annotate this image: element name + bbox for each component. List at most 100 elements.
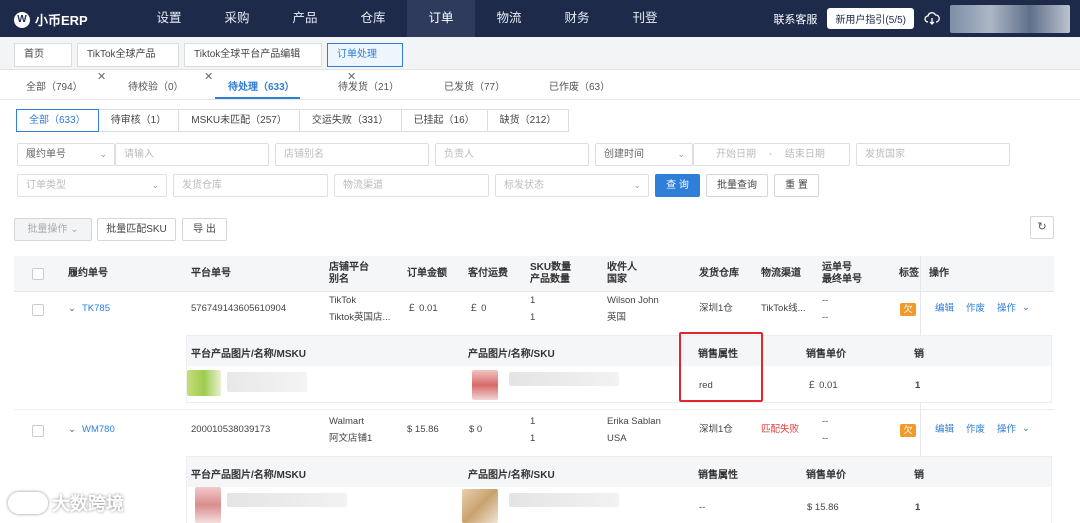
logistics-select[interactable]: 物流渠道 [334,174,489,197]
app-logo[interactable]: W 小币ERP [14,10,88,29]
watermark-text: 大数跨境 [52,494,124,514]
receiver-name: Erika Sablan [607,416,661,427]
platform-product-name [227,372,307,392]
chevron-down-icon[interactable]: ⌄ [68,302,76,316]
product-name [509,372,619,386]
batch-query-button[interactable]: 批量查询 [706,174,768,197]
operations-button[interactable]: 操作 [997,302,1016,316]
support-link[interactable]: 联系客服 [773,11,817,27]
fulfill-no-link[interactable]: WM780 [82,423,115,437]
nav-item-warehouse[interactable]: 仓库 [339,0,407,37]
date-separator: - [768,149,773,160]
shipping-fee: ￡ 0 [469,303,487,314]
sku-qty: 1 [530,416,536,427]
shop-name: 阿文店铺1 [329,433,373,444]
refresh-icon[interactable]: ↻ [1030,216,1054,239]
batch-operations-button[interactable]: 批量操作 ⌄ [14,218,92,241]
unit-price: ￡ 0.01 [807,380,838,391]
sale-attribute: -- [699,502,706,513]
filter-tab-out-of-stock[interactable]: 缺货（212） [486,109,570,132]
tracking-no: -- [822,295,829,306]
chevron-down-icon[interactable]: ⌄ [68,423,76,437]
nav-item-logistics[interactable]: 物流 [475,0,543,37]
platform-product-name [227,493,347,507]
chevron-down-icon[interactable]: ⌄ [1022,422,1030,436]
tag-status-select[interactable]: 标发状态 ⌄ [495,174,649,197]
nav-item-settings[interactable]: 设置 [135,0,203,37]
shipping-fee: $ 0 [469,424,483,435]
edit-button[interactable]: 编辑 [935,423,954,437]
col-product-qty: 产品数量 [530,274,570,285]
void-button[interactable]: 作废 [966,423,985,437]
new-user-guide-button[interactable]: 新用户指引(5/5) [827,8,914,29]
operations-button[interactable]: 操作 [997,423,1016,437]
sku-qty: 1 [530,295,536,306]
col-sku-qty: SKU数量 [530,262,572,273]
edit-button[interactable]: 编辑 [935,302,954,316]
order-amount: ￡ 0.01 [407,303,438,314]
nav-item-products[interactable]: 产品 [271,0,339,37]
nav-item-purchase[interactable]: 采购 [203,0,271,37]
status-tab-pending-check[interactable]: 待校验（0） [128,78,184,93]
filter-tab-suspended[interactable]: 已挂起（16） [400,109,488,132]
row-divider [14,409,1054,410]
placeholder-text: 负责人 [444,149,474,160]
col-receiver: 收件人 [607,262,637,273]
nav-item-finance[interactable]: 财务 [543,0,611,37]
shop-alias-input[interactable]: 店铺别名 [275,143,429,166]
sub-col-product: 产品图片/名称/SKU [468,470,555,481]
page-tab-label: 首页 [24,49,44,60]
status-tab-all[interactable]: 全部（794） [26,78,83,93]
status-tabs: 全部（794） 待校验（0） 待处理（633） 待发货（21） 已发货（77） … [0,70,1080,100]
col-last-tracking: 最终单号 [822,274,862,285]
order-type-select[interactable]: 订单类型 ⌄ [17,174,167,197]
product-image [472,370,498,400]
date-range-input[interactable]: 开始日期 - 结束日期 [693,143,850,166]
last-tracking-no: -- [822,312,829,323]
status-tab-pending-process[interactable]: 待处理（633） [228,78,295,93]
cloud-download-icon[interactable] [924,11,940,27]
select-all-checkbox[interactable] [32,268,44,280]
product-name [509,493,619,507]
placeholder-text: 发货仓库 [182,180,222,191]
sub-col-sale-qty: 销 [914,349,924,360]
placeholder-text: 发货国家 [865,149,905,160]
void-button[interactable]: 作废 [966,302,985,316]
end-date-placeholder: 结束日期 [784,149,825,160]
query-button[interactable]: 查 询 [655,174,700,197]
page-tab-tiktok-products[interactable]: TikTok全球产品✕ [77,43,179,83]
page-tab-tiktok-edit[interactable]: Tiktok全球平台产品编辑✕ [184,43,322,83]
user-avatar[interactable] [950,4,1070,33]
page-tab-order-processing[interactable]: 订单处理✕ [327,43,403,83]
status-tab-voided[interactable]: 已作废（63） [549,78,610,93]
row-checkbox[interactable] [32,425,44,437]
logistics-channel: TikTok线... [761,303,806,314]
col-warehouse: 发货仓库 [699,268,739,279]
batch-match-sku-button[interactable]: 批量匹配SKU [97,218,176,241]
row-checkbox[interactable] [32,304,44,316]
col-shipping: 客付运费 [468,268,508,279]
owe-tag: 欠 [900,424,916,437]
export-button[interactable]: 导 出 [182,218,227,241]
ship-warehouse-select[interactable]: 发货仓库 [173,174,328,197]
nav-item-listing[interactable]: 刊登 [611,0,679,37]
status-tab-shipped[interactable]: 已发货（77） [444,78,505,93]
time-type-select[interactable]: 创建时间 ⌄ [595,143,693,166]
shop-name: Tiktok英国店... [329,312,391,323]
active-tab-indicator [215,97,300,99]
nav-item-orders[interactable]: 订单 [407,0,475,37]
page-tab-home[interactable]: 首页 [14,43,72,67]
search-input[interactable]: 请输入 [115,143,269,166]
search-type-select[interactable]: 履约单号 ⌄ [17,143,115,166]
filter-tab-all[interactable]: 全部（633） [16,109,99,132]
status-tab-pending-ship[interactable]: 待发货（21） [338,78,399,93]
chevron-down-icon[interactable]: ⌄ [1022,301,1030,315]
filter-tab-ship-failed[interactable]: 交运失败（331） [298,109,402,132]
filter-tab-pending-review[interactable]: 待审核（1） [97,109,180,132]
reset-button[interactable]: 重 置 [774,174,819,197]
fulfill-no-link[interactable]: TK785 [82,302,110,316]
ship-country-input[interactable]: 发货国家 [856,143,1010,166]
owner-input[interactable]: 负责人 [435,143,589,166]
table-header: 履约单号 平台单号 店铺平台 别名 订单金额 客付运费 SKU数量 产品数量 收… [14,256,1054,292]
filter-tab-msku-unmatched[interactable]: MSKU未匹配（257） [178,109,300,132]
